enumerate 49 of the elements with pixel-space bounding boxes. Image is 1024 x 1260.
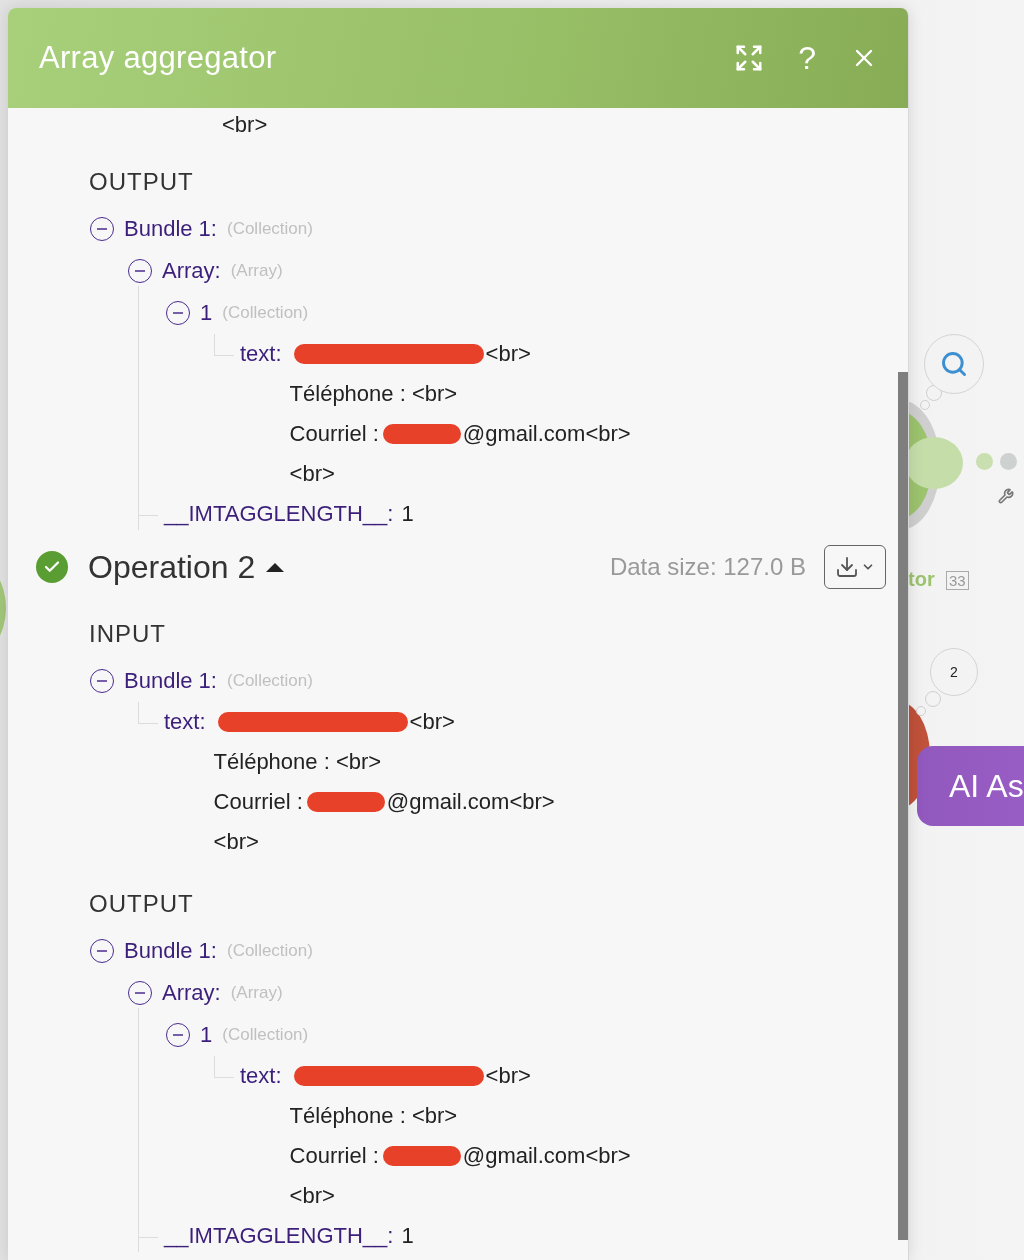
- operation-title[interactable]: Operation 2: [88, 548, 256, 586]
- node-key: text:: [164, 702, 206, 742]
- node-key: Bundle 1:: [124, 216, 217, 242]
- node-key: Array:: [162, 980, 221, 1006]
- value-text: @gmail.com<br>: [386, 789, 555, 815]
- value-text: <br>: [222, 114, 269, 139]
- download-button[interactable]: [824, 545, 886, 589]
- route-badge: 2: [930, 648, 978, 696]
- node-key: text:: [240, 334, 282, 374]
- value-text: <br>: [409, 709, 455, 735]
- value-text: 1: [401, 500, 414, 528]
- scrollbar[interactable]: [898, 372, 908, 1240]
- value-text: Téléphone : <br>: [289, 1103, 458, 1129]
- node-key: Array:: [162, 258, 221, 284]
- value-text: Courriel :: [289, 1143, 379, 1169]
- caret-up-icon[interactable]: [265, 561, 286, 573]
- value-text: @gmail.com<br>: [462, 421, 631, 447]
- node-key: text:: [240, 1056, 282, 1096]
- value-text: @gmail.com<br>: [462, 1143, 631, 1169]
- node-key: Bundle 1:: [124, 938, 217, 964]
- data-size: Data size: 127.0 B: [609, 553, 806, 581]
- value-text: <br>: [485, 1063, 531, 1089]
- value-text: <br>: [485, 341, 531, 367]
- download-icon: [835, 555, 859, 579]
- search-icon: [940, 350, 968, 378]
- section-label: INPUT: [89, 620, 167, 648]
- value-text: <br>: [289, 1183, 335, 1209]
- value-text: Téléphone : <br>: [213, 749, 382, 775]
- connector-dot: [1000, 453, 1017, 470]
- connector-dot: [976, 453, 993, 470]
- panel-title: Array aggregator: [39, 40, 278, 76]
- help-button[interactable]: ?: [798, 42, 816, 74]
- node-key: 1: [200, 300, 213, 326]
- value-text: 1: [401, 1222, 414, 1250]
- section-label: OUTPUT: [89, 168, 195, 196]
- node-key: __IMTAGGLENGTH__:: [164, 494, 394, 534]
- module-button[interactable]: AI As: [917, 746, 1024, 826]
- value-text: Courriel :: [289, 421, 379, 447]
- value-text: <br>: [213, 829, 259, 855]
- node-key: Bundle 1:: [124, 668, 217, 694]
- value-text: Courriel :: [213, 789, 303, 815]
- module-label: tor: [908, 568, 935, 591]
- value-text: Téléphone : <br>: [289, 381, 458, 407]
- node-key: __IMTAGGLENGTH__:: [164, 1216, 394, 1256]
- node-key: 1: [200, 1022, 213, 1048]
- module-id: 33: [946, 571, 969, 590]
- value-text: <br>: [289, 461, 335, 487]
- wrench-icon[interactable]: [998, 488, 1014, 504]
- section-label: OUTPUT: [89, 890, 195, 918]
